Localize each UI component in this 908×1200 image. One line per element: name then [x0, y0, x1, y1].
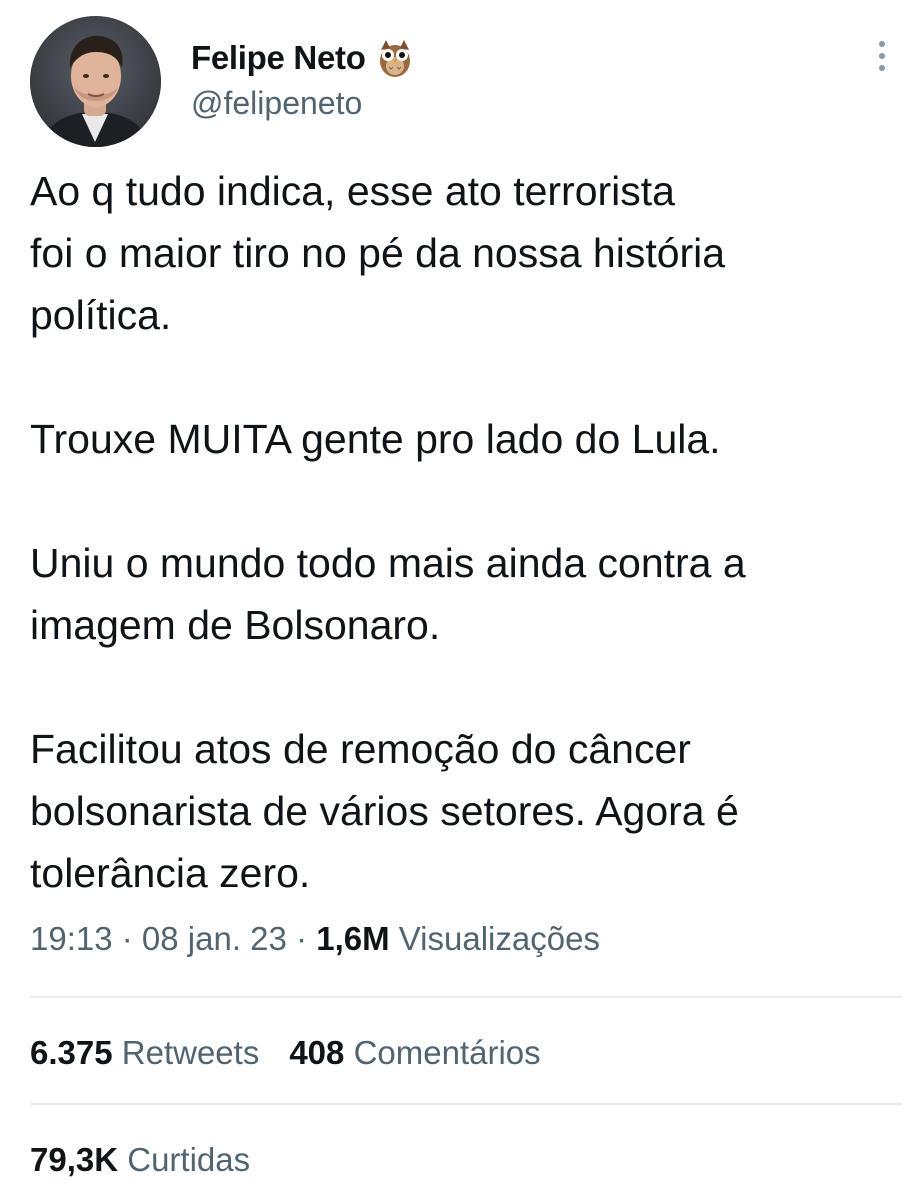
tweet-paragraph: Ao q tudo indica, esse ato terrorista fo… — [30, 168, 726, 338]
divider — [30, 1103, 902, 1105]
tweet-paragraph: Trouxe MUITA gente pro lado do Lula. — [30, 416, 721, 462]
likes-stats-row: 79,3K Curtidas — [30, 1141, 250, 1179]
divider — [30, 996, 902, 998]
retweets-label: Retweets — [121, 1034, 260, 1071]
author-handle[interactable]: @felipeneto — [191, 85, 362, 122]
views-count[interactable]: 1,6M — [316, 920, 389, 957]
avatar-photo — [30, 16, 161, 147]
likes-count: 79,3K — [30, 1141, 119, 1178]
tweet-paragraph: Facilitou atos de remoção do câncer bols… — [30, 726, 739, 896]
more-options-vertical-icon[interactable] — [872, 38, 892, 74]
tweet-meta: 19:13 · 08 jan. 23 · 1,6M Visualizações — [30, 920, 600, 958]
avatar[interactable] — [30, 16, 161, 147]
likes-stat[interactable]: 79,3K Curtidas — [30, 1141, 250, 1179]
retweets-stat[interactable]: 6.375 Retweets — [30, 1034, 259, 1072]
tweet-paragraph: Uniu o mundo todo mais ainda contra a im… — [30, 540, 746, 648]
likes-label: Curtidas — [127, 1141, 251, 1178]
meta-separator: · — [112, 920, 142, 957]
tweet-date[interactable]: 08 jan. 23 — [142, 920, 287, 957]
display-name[interactable]: Felipe Neto — [191, 39, 366, 77]
comments-stat[interactable]: 408 Comentários — [289, 1034, 540, 1072]
meta-separator: · — [286, 920, 317, 957]
views-label[interactable]: Visualizações — [399, 920, 600, 957]
author-name-row[interactable]: Felipe Neto — [191, 38, 414, 78]
comments-label: Comentários — [353, 1034, 541, 1071]
tweet-time[interactable]: 19:13 — [30, 920, 113, 957]
comments-count: 408 — [289, 1034, 345, 1071]
engagement-stats-row: 6.375 Retweets 408 Comentários — [30, 1034, 541, 1072]
owl-emoji-icon — [376, 38, 414, 78]
retweets-count: 6.375 — [30, 1034, 113, 1071]
tweet-text: Ao q tudo indica, esse ato terrorista fo… — [30, 160, 900, 904]
